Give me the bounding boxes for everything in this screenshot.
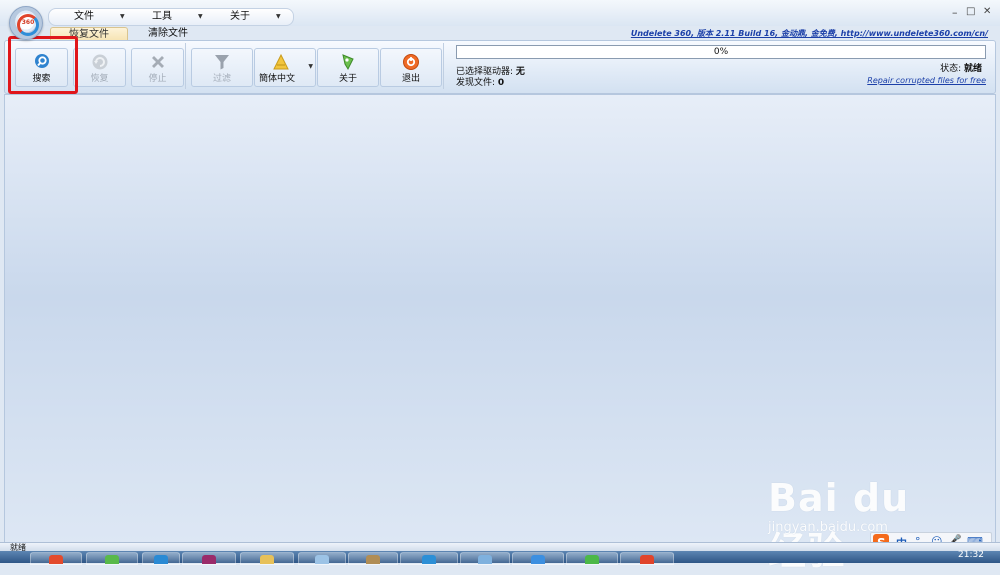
- clock[interactable]: 21:32: [958, 550, 984, 560]
- state-value: 就绪: [963, 64, 982, 74]
- stop-button[interactable]: 停止: [131, 48, 184, 87]
- taskbar-app-window[interactable]: [298, 552, 346, 565]
- recover-button-label: 恢复: [90, 74, 109, 84]
- menu-tools[interactable]: 工具 ▼: [152, 10, 203, 24]
- found-files-label: 发现文件:: [456, 78, 498, 88]
- taskbar-app-image[interactable]: [348, 552, 398, 565]
- logo-icon: 360: [17, 14, 39, 36]
- taskbar-app-folder[interactable]: [240, 552, 294, 565]
- menu-bar: 文件 ▼ 工具 ▼ 关于 ▼: [48, 8, 294, 26]
- language-button-label: 簡体中文: [259, 74, 296, 84]
- menu-about-label: 关于: [230, 11, 250, 22]
- found-files-status: 发现文件: 0: [456, 75, 504, 88]
- repair-link[interactable]: Repair corrupted files for free: [867, 76, 986, 85]
- language-button[interactable]: ▼ 簡体中文: [254, 48, 316, 87]
- exit-icon: [403, 54, 419, 70]
- state-status: 状态: 就绪: [940, 61, 982, 74]
- taskbar-app-media[interactable]: [182, 552, 236, 565]
- filter-button-label: 过滤: [212, 74, 231, 84]
- taskbar-app-browser[interactable]: [30, 552, 82, 565]
- selected-drive-value: 无: [515, 67, 525, 77]
- taskbar-app-ie[interactable]: [142, 552, 180, 565]
- chevron-down-icon: ▼: [276, 13, 281, 20]
- filter-button[interactable]: 过滤: [191, 48, 253, 87]
- close-button[interactable]: ✕: [983, 6, 991, 17]
- options-group: 过滤 ▼ 簡体中文 关于 退出: [187, 43, 444, 89]
- taskbar-app-grid[interactable]: [512, 552, 564, 565]
- baidu-watermark: Bai du 经验 jingyan.baidu.com: [768, 456, 943, 573]
- recover-button[interactable]: 恢复: [73, 48, 126, 87]
- scan-progress-bar: 0%: [456, 45, 986, 59]
- exit-button[interactable]: 退出: [380, 48, 442, 87]
- found-files-value: 0: [497, 78, 505, 88]
- title-bar: 文件 ▼ 工具 ▼ 关于 ▼ – □ ✕: [0, 0, 1000, 26]
- about-icon: [342, 54, 354, 71]
- taskbar: 21:32: [0, 550, 1000, 565]
- taskbar-app-green[interactable]: [86, 552, 138, 565]
- website-link[interactable]: Undelete 360, 版本 2.11 Build 16, 金动鼎, 金免费…: [631, 28, 988, 39]
- chevron-down-icon: ▼: [120, 13, 125, 20]
- state-label: 状态:: [940, 64, 964, 74]
- search-highlight-box: [8, 36, 78, 94]
- exit-button-label: 退出: [401, 74, 420, 84]
- taskbar-app-chat[interactable]: [566, 552, 618, 565]
- language-icon: [273, 53, 289, 70]
- taskbar-app-undelete[interactable]: [620, 552, 674, 565]
- taskbar-app-explorer[interactable]: [460, 552, 510, 565]
- recover-icon: [92, 54, 107, 70]
- stop-icon: [151, 56, 164, 68]
- chevron-down-icon: ▼: [308, 63, 313, 70]
- progress-percent: 0%: [713, 47, 729, 57]
- menu-file-label: 文件: [74, 11, 94, 22]
- stop-button-label: 停止: [148, 74, 167, 84]
- menu-about[interactable]: 关于 ▼: [230, 10, 281, 24]
- filter-icon: [215, 55, 229, 70]
- menu-tools-label: 工具: [152, 11, 172, 22]
- maximize-button[interactable]: □: [966, 6, 975, 17]
- about-button[interactable]: 关于: [317, 48, 379, 87]
- logo-text: 360: [21, 19, 35, 26]
- minimize-button[interactable]: –: [952, 6, 958, 19]
- taskbar-app-qq[interactable]: [400, 552, 458, 565]
- menu-file[interactable]: 文件 ▼: [74, 10, 125, 24]
- chevron-down-icon: ▼: [198, 13, 203, 20]
- tab-wipe-files[interactable]: 清除文件: [132, 27, 204, 40]
- about-button-label: 关于: [338, 74, 357, 84]
- app-logo-button[interactable]: 360: [9, 6, 43, 40]
